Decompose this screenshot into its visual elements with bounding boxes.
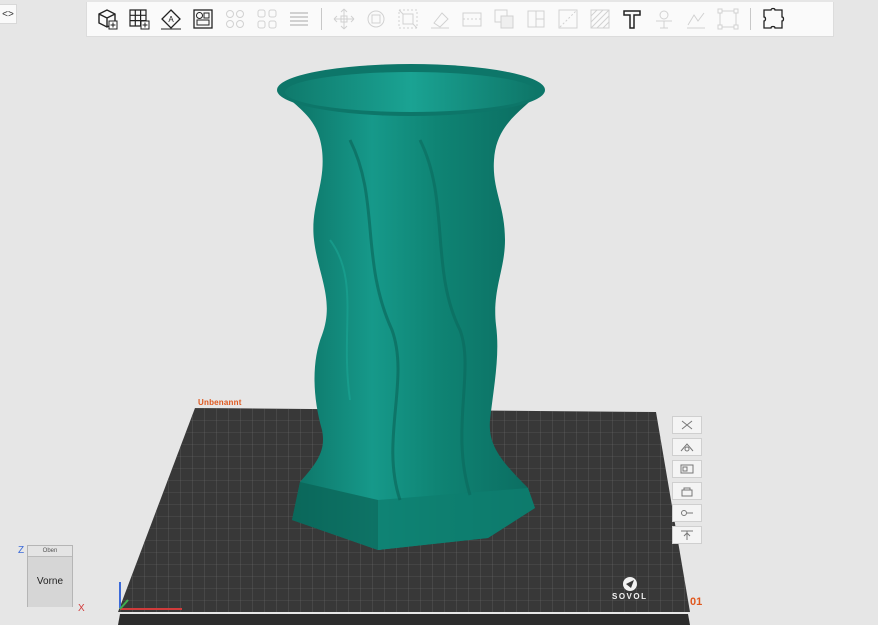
remove-plate-button[interactable] <box>672 416 702 434</box>
grid-add-button[interactable] <box>126 6 152 32</box>
layers-button[interactable] <box>286 6 312 32</box>
fuzzy-skin-icon <box>590 9 610 29</box>
measure-icon <box>656 10 672 29</box>
view-cube-front[interactable]: Vorne <box>28 557 72 607</box>
sidebar-collapse-toggle[interactable]: <> <box>0 4 17 24</box>
arrange-button[interactable] <box>190 6 216 32</box>
puzzle-button[interactable] <box>760 6 786 32</box>
multi-plate-icon <box>226 10 244 28</box>
lock-plate-button[interactable] <box>672 482 702 500</box>
plate-brand: SOVOL <box>612 592 648 601</box>
move-button[interactable] <box>331 6 357 32</box>
rotate-button[interactable] <box>363 6 389 32</box>
auto-orient-icon: A <box>161 9 181 30</box>
plate-settings-button[interactable] <box>672 504 702 522</box>
emboss-button[interactable] <box>683 6 709 32</box>
toolbar-separator <box>750 8 751 30</box>
plate-number: 01 <box>690 596 703 608</box>
axis-z-label: Z <box>18 545 25 556</box>
split-objects-icon <box>257 9 277 29</box>
puzzle-icon <box>763 7 785 29</box>
rotate-icon <box>367 10 385 28</box>
assembly-icon <box>717 8 739 30</box>
orient-plate-icon <box>680 443 694 452</box>
emboss-icon <box>687 12 705 29</box>
lock-plate-icon <box>681 487 693 497</box>
vase-model[interactable] <box>277 64 545 550</box>
scale-button[interactable] <box>395 6 421 32</box>
seam-paint-icon <box>558 9 578 29</box>
svg-text:A: A <box>168 15 174 24</box>
move-plate-icon <box>681 530 693 540</box>
support-paint-icon <box>527 10 545 28</box>
arrange-plate-button[interactable] <box>672 460 702 478</box>
move-plate-button[interactable] <box>672 526 702 544</box>
measure-button[interactable] <box>651 6 677 32</box>
layers-icon <box>290 12 308 26</box>
remove-plate-icon <box>681 420 693 430</box>
text-button[interactable] <box>619 6 645 32</box>
seam-paint-button[interactable] <box>555 6 581 32</box>
fuzzy-skin-button[interactable] <box>587 6 613 32</box>
orient-plate-button[interactable] <box>672 438 702 456</box>
auto-orient-button[interactable]: A <box>158 6 184 32</box>
cut-button[interactable] <box>459 6 485 32</box>
plate-label[interactable]: Unbenannt <box>198 398 242 407</box>
view-cube[interactable]: Oben Vorne <box>27 545 73 607</box>
lay-on-face-button[interactable] <box>427 6 453 32</box>
axis-x-label: X <box>78 603 85 614</box>
assembly-button[interactable] <box>715 6 741 32</box>
viewport-3d[interactable] <box>0 0 878 625</box>
arrange-icon <box>193 9 213 29</box>
boolean-button[interactable] <box>491 6 517 32</box>
text-icon <box>623 10 641 29</box>
arrange-plate-icon <box>680 464 694 474</box>
view-cube-top[interactable]: Oben <box>28 546 72 557</box>
move-icon <box>333 8 355 30</box>
toolbar-separator <box>321 8 322 30</box>
add-cube-button[interactable] <box>94 6 120 32</box>
boolean-icon <box>494 9 514 29</box>
add-cube-icon <box>98 9 118 30</box>
plate-tools <box>672 416 702 548</box>
multi-plate-button[interactable] <box>222 6 248 32</box>
lay-on-face-icon <box>431 12 449 29</box>
support-paint-button[interactable] <box>523 6 549 32</box>
grid-add-icon <box>129 9 150 30</box>
cut-icon <box>462 12 482 27</box>
split-objects-button[interactable] <box>254 6 280 32</box>
scale-icon <box>398 9 418 29</box>
plate-settings-icon <box>681 510 693 516</box>
main-toolbar: A <box>86 2 834 37</box>
